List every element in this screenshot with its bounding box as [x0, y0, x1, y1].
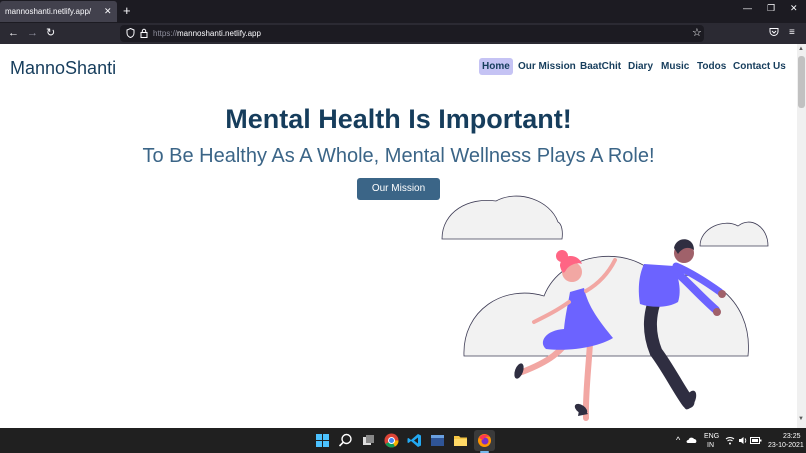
windows-taskbar: ^ ENG IN 23:25 23-10-2021: [0, 428, 806, 453]
vscode-icon[interactable]: [407, 433, 422, 448]
search-icon[interactable]: [338, 433, 353, 448]
nav-contact-us[interactable]: Contact Us: [733, 61, 786, 72]
scroll-down-icon[interactable]: ▼: [798, 416, 804, 422]
scroll-up-icon[interactable]: ▲: [798, 46, 804, 52]
tab-close-icon[interactable]: ✕: [104, 1, 112, 22]
nav-baatchit[interactable]: BaatChit: [580, 61, 621, 72]
hero-title: Mental Health Is Important!: [225, 104, 572, 134]
browser-tab[interactable]: mannoshanti.netlify.app/ ✕: [0, 1, 117, 22]
tab-title: mannoshanti.netlify.app/: [5, 7, 92, 16]
page-scrollbar[interactable]: ▲ ▼: [797, 44, 806, 428]
browser-tab-bar: mannoshanti.netlify.app/ ✕ + — ❐ ✕: [0, 0, 806, 23]
window-close-icon[interactable]: ✕: [790, 3, 798, 14]
volume-icon[interactable]: [738, 436, 748, 445]
url-protocol: https://: [153, 29, 178, 38]
url-host: mannoshanti.netlify.app: [177, 29, 261, 38]
firefox-icon[interactable]: [477, 433, 492, 448]
new-tab-button[interactable]: +: [123, 2, 131, 20]
windows-start-icon[interactable]: [315, 433, 330, 448]
url-bar[interactable]: https://mannoshanti.netlify.app ☆: [120, 25, 704, 42]
cloud-icon: [441, 195, 563, 240]
app-icon[interactable]: [430, 433, 445, 448]
shield-icon[interactable]: [126, 27, 135, 40]
minimize-icon[interactable]: —: [743, 3, 752, 13]
restore-icon[interactable]: ❐: [767, 3, 775, 14]
pocket-icon[interactable]: [769, 27, 779, 40]
browser-navigation-bar: ← → ↻ https://mannoshanti.netlify.app ☆ …: [0, 23, 806, 44]
nav-home[interactable]: Home: [479, 58, 513, 75]
scroll-thumb[interactable]: [798, 56, 805, 108]
language-bottom[interactable]: IN: [707, 442, 714, 449]
lock-icon[interactable]: [140, 28, 148, 40]
cloud-weather-icon[interactable]: [686, 436, 698, 444]
clock-time[interactable]: 23:25: [783, 433, 801, 440]
site-logo[interactable]: MannoShanti: [10, 58, 116, 79]
nav-todos[interactable]: Todos: [697, 61, 726, 72]
hero-illustration: [441, 195, 769, 421]
clock-date[interactable]: 23-10-2021: [768, 442, 804, 449]
battery-icon[interactable]: [750, 436, 762, 445]
task-view-icon[interactable]: [361, 433, 376, 448]
url-text[interactable]: https://mannoshanti.netlify.app: [153, 25, 261, 42]
chrome-icon[interactable]: [384, 433, 399, 448]
chevron-up-icon[interactable]: ^: [676, 435, 680, 445]
our-mission-button[interactable]: Our Mission: [357, 178, 440, 200]
reload-icon[interactable]: ↻: [46, 26, 55, 40]
wifi-icon[interactable]: [725, 436, 735, 445]
bookmark-star-icon[interactable]: ☆: [692, 26, 702, 39]
forward-icon[interactable]: →: [27, 26, 38, 40]
nav-diary[interactable]: Diary: [628, 61, 653, 72]
menu-icon[interactable]: ≡: [789, 27, 795, 38]
cloud-icon: [699, 221, 769, 247]
back-icon[interactable]: ←: [8, 26, 19, 40]
hero-subtitle: To Be Healthy As A Whole, Mental Wellnes…: [142, 145, 655, 167]
file-explorer-icon[interactable]: [453, 433, 468, 448]
web-page: MannoShanti Home Our Mission BaatChit Di…: [0, 44, 797, 428]
language-top[interactable]: ENG: [704, 433, 719, 440]
nav-music[interactable]: Music: [661, 61, 689, 72]
nav-our-mission[interactable]: Our Mission: [518, 61, 576, 72]
